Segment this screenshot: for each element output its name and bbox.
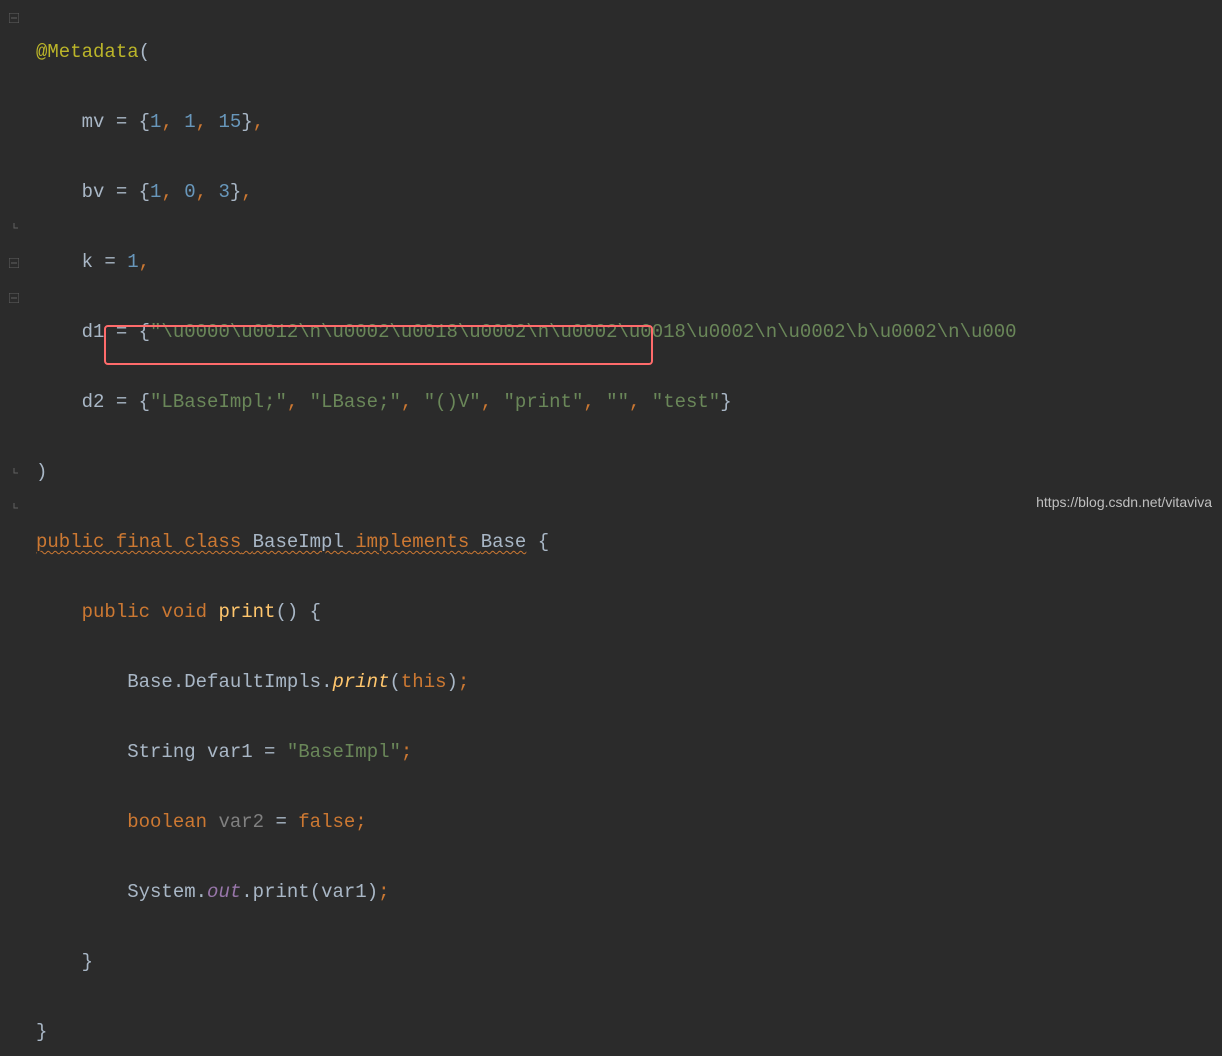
code-line: d2 = {"LBaseImpl;", "LBase;", "()V", "pr… [36, 385, 1222, 420]
code-line: @Metadata( [36, 35, 1222, 70]
watermark-text: https://blog.csdn.net/vitaviva [1036, 485, 1212, 520]
code-line: } [36, 945, 1222, 980]
fold-end-icon[interactable] [7, 221, 21, 235]
fold-end-icon[interactable] [7, 501, 21, 515]
code-line: mv = {1, 1, 15}, [36, 105, 1222, 140]
gutter [0, 0, 28, 528]
code-line: boolean var2 = false; [36, 805, 1222, 840]
code-line: d1 = {"\u0000\u0012\n\u0002\u0018\u0002\… [36, 315, 1222, 350]
code-area[interactable]: @Metadata( mv = {1, 1, 15}, bv = {1, 0, … [28, 0, 1222, 528]
code-line: bv = {1, 0, 3}, [36, 175, 1222, 210]
code-line: k = 1, [36, 245, 1222, 280]
fold-minus-icon[interactable] [7, 11, 21, 25]
fold-minus-icon[interactable] [7, 256, 21, 270]
annotation-token: @Metadata [36, 41, 139, 63]
code-line: } [36, 1015, 1222, 1050]
code-line: System.out.print(var1); [36, 875, 1222, 910]
code-editor[interactable]: @Metadata( mv = {1, 1, 15}, bv = {1, 0, … [0, 0, 1222, 528]
fold-minus-icon[interactable] [7, 291, 21, 305]
code-line: public void print() { [36, 595, 1222, 630]
code-line: public final class BaseImpl implements B… [36, 525, 1222, 560]
code-line: Base.DefaultImpls.print(this); [36, 665, 1222, 700]
code-line: String var1 = "BaseImpl"; [36, 735, 1222, 770]
fold-end-icon[interactable] [7, 466, 21, 480]
